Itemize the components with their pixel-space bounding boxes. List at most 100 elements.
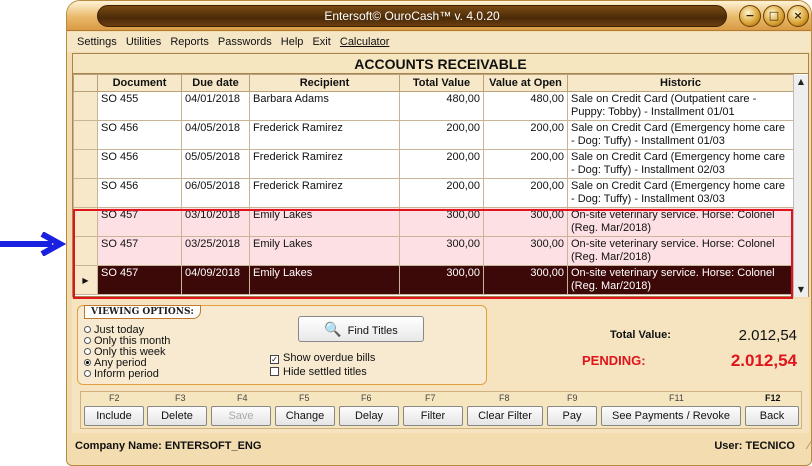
scroll-down-icon[interactable]: ▼ [794, 283, 808, 297]
save-button[interactable]: Save [211, 406, 271, 426]
cell-document: SO 456 [97, 178, 182, 208]
menu-reports[interactable]: Reports [170, 36, 209, 48]
cell-total-value: 200,00 [399, 120, 484, 150]
fkey-label: F6 [361, 393, 372, 403]
hide-settled-checkbox[interactable]: Hide settled titles [270, 366, 367, 378]
menu-exit[interactable]: Exit [312, 36, 330, 48]
indicator-header [73, 74, 98, 92]
cell-due-date: 04/05/2018 [181, 120, 250, 150]
fkey-label: F7 [425, 393, 436, 403]
app-window: Entersoft© OuroCash™ v. 4.0.20 − □ × Set… [66, 0, 812, 466]
cell-total-value: 300,00 [399, 236, 484, 266]
cell-recipient: Barbara Adams [249, 91, 400, 121]
cell-recipient: Emily Lakes [249, 207, 400, 237]
cell-total-value: 300,00 [399, 265, 484, 295]
window-title: Entersoft© OuroCash™ v. 4.0.20 [97, 5, 727, 27]
cell-value-at-open: 200,00 [483, 149, 568, 179]
cell-recipient: Frederick Ramirez [249, 178, 400, 208]
menu-calculator[interactable]: Calculator [340, 36, 390, 48]
function-key-bar: F2 Include F3 Delete F4 Save F5 Change F… [80, 391, 802, 429]
viewing-options-group: VIEWING OPTIONS: Just today Only this mo… [77, 305, 487, 385]
viewing-options-title: VIEWING OPTIONS: [84, 305, 201, 319]
pay-button[interactable]: Pay [547, 406, 597, 426]
table-row[interactable]: SO 455 04/01/2018 Barbara Adams 480,00 4… [73, 91, 794, 121]
delete-button[interactable]: Delete [147, 406, 207, 426]
cell-total-value: 300,00 [399, 207, 484, 237]
radio-selected-icon [84, 359, 91, 366]
cell-historic: Sale on Credit Card (Emergency home care… [567, 178, 794, 208]
find-titles-button[interactable]: 🔍 Find Titles [298, 316, 424, 342]
menu-passwords[interactable]: Passwords [218, 36, 272, 48]
column-header-due-date[interactable]: Due date [181, 74, 250, 92]
see-payments-revoke-button[interactable]: See Payments / Revoke [601, 406, 741, 426]
cell-due-date: 03/25/2018 [181, 236, 250, 266]
table-row[interactable]: SO 457 03/25/2018 Emily Lakes 300,00 300… [73, 236, 794, 266]
cell-recipient: Frederick Ramirez [249, 149, 400, 179]
cell-historic: On-site veterinary service. Horse: Colon… [567, 265, 794, 295]
pending-label: PENDING: [582, 353, 646, 368]
row-indicator [73, 120, 98, 150]
maximize-icon[interactable]: □ [763, 5, 785, 27]
scroll-up-icon[interactable]: ▲ [794, 75, 808, 89]
cell-total-value: 200,00 [399, 178, 484, 208]
table-row[interactable]: SO 456 04/05/2018 Frederick Ramirez 200,… [73, 120, 794, 150]
column-header-total-value[interactable]: Total Value [399, 74, 484, 92]
title-bar: Entersoft© OuroCash™ v. 4.0.20 − □ × [67, 1, 811, 31]
cell-recipient: Frederick Ramirez [249, 120, 400, 150]
checked-icon: ✓ [270, 355, 279, 364]
close-icon[interactable]: × [787, 5, 809, 27]
radio-icon [84, 348, 91, 355]
column-header-value-at-open[interactable]: Value at Open [483, 74, 568, 92]
menu-settings[interactable]: Settings [77, 36, 117, 48]
cell-value-at-open: 480,00 [483, 91, 568, 121]
minimize-icon[interactable]: − [739, 5, 761, 27]
row-indicator [73, 236, 98, 266]
cell-historic: Sale on Credit Card (Emergency home care… [567, 149, 794, 179]
fkey-label: F12 [765, 393, 781, 403]
cell-document: SO 455 [97, 91, 182, 121]
change-button[interactable]: Change [275, 406, 335, 426]
menu-help[interactable]: Help [281, 36, 304, 48]
fkey-label: F3 [175, 393, 186, 403]
fkey-label: F9 [567, 393, 578, 403]
cell-total-value: 200,00 [399, 149, 484, 179]
fkey-label: F11 [669, 393, 684, 403]
cell-due-date: 04/09/2018 [181, 265, 250, 295]
cell-due-date: 06/05/2018 [181, 178, 250, 208]
table-header-row: Document Due date Recipient Total Value … [73, 74, 794, 92]
cell-historic: On-site veterinary service. Horse: Colon… [567, 207, 794, 237]
options-area: VIEWING OPTIONS: Just today Only this mo… [72, 299, 809, 433]
radio-inform-period[interactable]: Inform period [84, 369, 159, 380]
back-button[interactable]: Back [745, 406, 799, 426]
cell-historic: Sale on Credit Card (Emergency home care… [567, 120, 794, 150]
cell-due-date: 04/01/2018 [181, 91, 250, 121]
table-row[interactable]: SO 456 06/05/2018 Frederick Ramirez 200,… [73, 178, 794, 208]
delay-button[interactable]: Delay [339, 406, 399, 426]
cell-recipient: Emily Lakes [249, 265, 400, 295]
table-row-selected[interactable]: ▶ SO 457 04/09/2018 Emily Lakes 300,00 3… [73, 265, 794, 295]
column-header-recipient[interactable]: Recipient [249, 74, 400, 92]
fkey-label: F8 [499, 393, 510, 403]
cell-recipient: Emily Lakes [249, 236, 400, 266]
radio-icon [84, 370, 91, 377]
unchecked-icon [270, 367, 279, 376]
cell-document: SO 457 [97, 207, 182, 237]
column-header-historic[interactable]: Historic [567, 74, 794, 92]
filter-button[interactable]: Filter [403, 406, 463, 426]
show-overdue-checkbox[interactable]: ✓ Show overdue bills [270, 352, 375, 364]
table-row[interactable]: SO 457 03/10/2018 Emily Lakes 300,00 300… [73, 207, 794, 237]
cell-due-date: 03/10/2018 [181, 207, 250, 237]
cell-value-at-open: 300,00 [483, 207, 568, 237]
include-button[interactable]: Include [84, 406, 144, 426]
row-indicator [73, 207, 98, 237]
accounts-panel: ACCOUNTS RECEIVABLE Document Due date Re… [72, 53, 809, 297]
resize-grip-icon[interactable]: ∕ [808, 435, 810, 457]
column-header-document[interactable]: Document [97, 74, 182, 92]
clear-filter-button[interactable]: Clear Filter [467, 406, 543, 426]
cell-historic: Sale on Credit Card (Outpatient care - P… [567, 91, 794, 121]
vertical-scrollbar[interactable]: ▲ ▼ [793, 75, 808, 297]
row-pointer-icon: ▶ [73, 265, 98, 295]
table-row[interactable]: SO 456 05/05/2018 Frederick Ramirez 200,… [73, 149, 794, 179]
fkey-label: F4 [237, 393, 248, 403]
menu-utilities[interactable]: Utilities [126, 36, 161, 48]
